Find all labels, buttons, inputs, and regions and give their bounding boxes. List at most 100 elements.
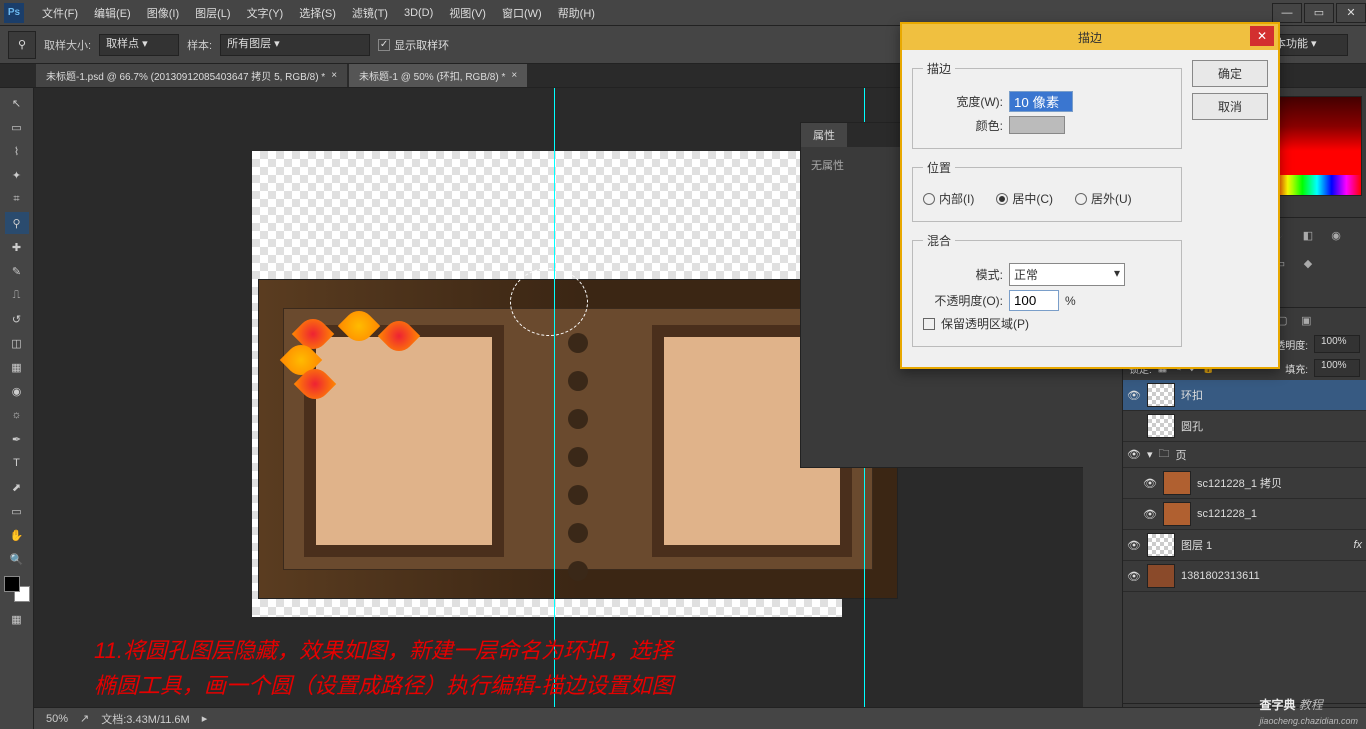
- color-spectrum[interactable]: [1272, 96, 1362, 196]
- shape-tool[interactable]: ▭: [5, 500, 29, 522]
- radio-outside[interactable]: 居外(U): [1075, 190, 1132, 207]
- visibility-toggle[interactable]: 👁: [1143, 508, 1157, 521]
- fill-input[interactable]: 100%: [1314, 359, 1360, 377]
- visibility-toggle[interactable]: 👁: [1143, 477, 1157, 490]
- visibility-toggle[interactable]: [1127, 420, 1141, 432]
- gradient-tool[interactable]: ▦: [5, 356, 29, 378]
- layer-row[interactable]: 👁 图层 1 fx: [1123, 530, 1366, 561]
- layer-thumbnail[interactable]: [1147, 533, 1175, 557]
- layer-thumbnail[interactable]: [1163, 471, 1191, 495]
- preserve-transparency-checkbox[interactable]: [923, 318, 935, 330]
- opacity-input[interactable]: 100%: [1314, 335, 1360, 353]
- layer-row-folder[interactable]: 👁 ▾ 🗀 页: [1123, 442, 1366, 468]
- menu-view[interactable]: 视图(V): [441, 1, 494, 25]
- menu-edit[interactable]: 编辑(E): [86, 1, 139, 25]
- stamp-tool[interactable]: ⎍: [5, 284, 29, 306]
- minimize-button[interactable]: —: [1272, 3, 1302, 23]
- share-icon[interactable]: ↗: [80, 712, 89, 725]
- pen-tool[interactable]: ✒: [5, 428, 29, 450]
- document-canvas[interactable]: [252, 151, 842, 617]
- sample-size-select[interactable]: 取样点 ▾: [99, 34, 179, 56]
- layer-name[interactable]: 页: [1176, 447, 1187, 463]
- visibility-toggle[interactable]: 👁: [1127, 389, 1141, 402]
- document-tab-1[interactable]: 未标题-1 @ 50% (环扣, RGB/8) * ×: [349, 64, 527, 87]
- show-sampling-ring-checkbox[interactable]: ✓ 显示取样环: [378, 37, 449, 53]
- stroke-opacity-input[interactable]: [1009, 290, 1059, 311]
- spot-heal-tool[interactable]: ✚: [5, 236, 29, 258]
- layer-row[interactable]: 👁 sc121228_1 拷贝: [1123, 468, 1366, 499]
- radio-inside[interactable]: 内部(I): [923, 190, 974, 207]
- layer-name[interactable]: sc121228_1: [1197, 508, 1257, 520]
- lasso-tool[interactable]: ⌇: [5, 140, 29, 162]
- layer-thumbnail[interactable]: [1147, 564, 1175, 588]
- dialog-close-button[interactable]: ✕: [1250, 26, 1274, 46]
- cancel-button[interactable]: 取消: [1192, 93, 1268, 120]
- menu-file[interactable]: 文件(F): [34, 1, 86, 25]
- stroke-color-swatch[interactable]: [1009, 116, 1065, 134]
- menu-layer[interactable]: 图层(L): [187, 1, 238, 25]
- eraser-tool[interactable]: ◫: [5, 332, 29, 354]
- zoom-value[interactable]: 50%: [46, 713, 68, 725]
- hand-tool[interactable]: ✋: [5, 524, 29, 546]
- workspace-switcher[interactable]: 本功能 ▾: [1268, 34, 1348, 56]
- layer-row[interactable]: 👁 1381802313611: [1123, 561, 1366, 592]
- eyedropper-tool[interactable]: ⚲: [5, 212, 29, 234]
- document-tab-0[interactable]: 未标题-1.psd @ 66.7% (20130912085403647 拷贝 …: [36, 64, 347, 87]
- status-chevron-icon[interactable]: ▸: [202, 712, 208, 725]
- layer-row[interactable]: 👁 环扣: [1123, 380, 1366, 411]
- visibility-toggle[interactable]: 👁: [1127, 570, 1141, 583]
- dialog-titlebar[interactable]: 描边 ✕: [902, 24, 1278, 50]
- tab-close-icon[interactable]: ×: [331, 70, 337, 81]
- radio-center[interactable]: 居中(C): [996, 190, 1053, 207]
- tab-properties[interactable]: 属性: [801, 123, 847, 147]
- path-select-tool[interactable]: ⬈: [5, 476, 29, 498]
- menu-help[interactable]: 帮助(H): [550, 1, 603, 25]
- folder-toggle-icon[interactable]: ▾: [1147, 448, 1153, 461]
- tab-close-icon[interactable]: ×: [511, 70, 517, 81]
- visibility-toggle[interactable]: 👁: [1127, 448, 1141, 461]
- adj-photo-filter-icon[interactable]: ◉: [1327, 226, 1345, 244]
- dodge-tool[interactable]: ☼: [5, 404, 29, 426]
- layer-list[interactable]: 👁 环扣 圆孔 👁 ▾ 🗀 页 👁: [1123, 380, 1366, 703]
- menu-3d[interactable]: 3D(D): [396, 3, 441, 23]
- menu-image[interactable]: 图像(I): [139, 1, 187, 25]
- brush-tool[interactable]: ✎: [5, 260, 29, 282]
- stroke-width-input[interactable]: [1009, 91, 1073, 112]
- ok-button[interactable]: 确定: [1192, 60, 1268, 87]
- close-button[interactable]: ✕: [1336, 3, 1366, 23]
- foreground-background-colors[interactable]: [4, 576, 30, 602]
- move-tool[interactable]: ↖: [5, 92, 29, 114]
- adj-selective-icon[interactable]: ◆: [1299, 254, 1317, 272]
- menu-filter[interactable]: 滤镜(T): [344, 1, 396, 25]
- menu-window[interactable]: 窗口(W): [494, 1, 550, 25]
- layer-row[interactable]: 👁 sc121228_1: [1123, 499, 1366, 530]
- zoom-tool[interactable]: 🔍: [5, 548, 29, 570]
- layer-row[interactable]: 圆孔: [1123, 411, 1366, 442]
- type-tool[interactable]: T: [5, 452, 29, 474]
- history-brush-tool[interactable]: ↺: [5, 308, 29, 330]
- sample-layers-select[interactable]: 所有图层 ▾: [220, 34, 370, 56]
- menu-type[interactable]: 文字(Y): [239, 1, 292, 25]
- layer-name[interactable]: 圆孔: [1181, 418, 1203, 434]
- doc-size-label[interactable]: 文档:3.43M/11.6M: [101, 711, 189, 727]
- crop-tool[interactable]: ⌗: [5, 188, 29, 210]
- stroke-dialog[interactable]: 描边 ✕ 描边 宽度(W): 颜色: 位置 内部(: [900, 22, 1280, 369]
- layer-name[interactable]: sc121228_1 拷贝: [1197, 475, 1282, 491]
- layer-thumbnail[interactable]: [1147, 414, 1175, 438]
- maximize-button[interactable]: ▭: [1304, 3, 1334, 23]
- layer-thumbnail[interactable]: [1163, 502, 1191, 526]
- layer-name[interactable]: 1381802313611: [1181, 570, 1260, 582]
- mode-select[interactable]: 正常 ▾: [1009, 263, 1125, 286]
- filter-smart-icon[interactable]: ▣: [1297, 311, 1315, 329]
- layer-name[interactable]: 环扣: [1181, 387, 1203, 403]
- marquee-tool[interactable]: ▭: [5, 116, 29, 138]
- magic-wand-tool[interactable]: ✦: [5, 164, 29, 186]
- layer-thumbnail[interactable]: [1147, 383, 1175, 407]
- current-tool-preset[interactable]: ⚲: [8, 31, 36, 59]
- hue-strip[interactable]: [1273, 175, 1361, 195]
- adj-bw-icon[interactable]: ◧: [1299, 226, 1317, 244]
- blur-tool[interactable]: ◉: [5, 380, 29, 402]
- visibility-toggle[interactable]: 👁: [1127, 539, 1141, 552]
- foreground-color[interactable]: [4, 576, 20, 592]
- layer-name[interactable]: 图层 1: [1181, 537, 1212, 553]
